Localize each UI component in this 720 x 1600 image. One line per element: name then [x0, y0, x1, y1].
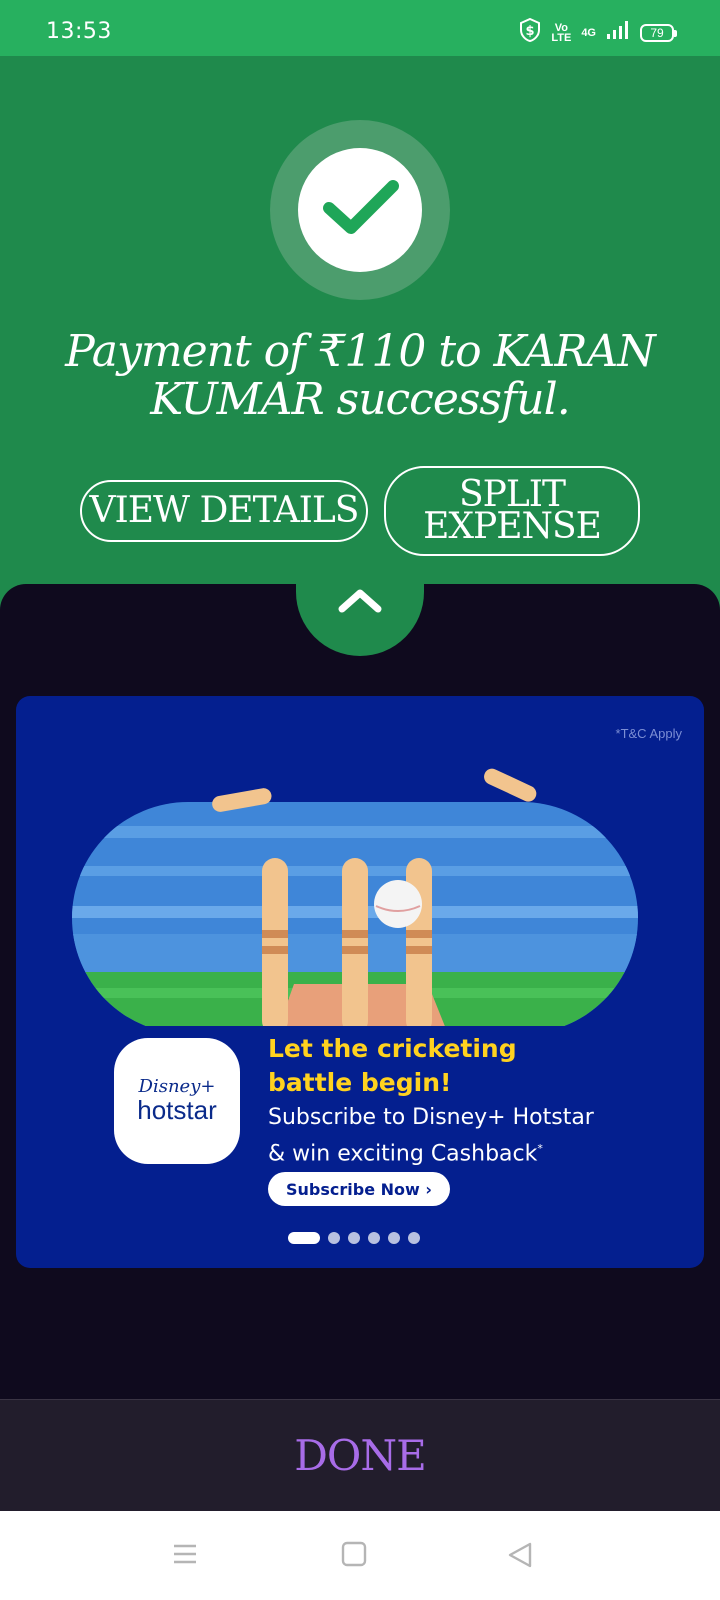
shield-dollar-icon: $ [519, 17, 541, 47]
promo-banner[interactable]: *T&C Apply Disney+ hotstar Let the crick… [16, 696, 704, 1268]
status-bar: 13:53 $ Vo LTE 4G 79 [0, 0, 720, 56]
carousel-dot[interactable] [328, 1232, 340, 1244]
view-details-button[interactable]: VIEW DETAILS [80, 480, 368, 542]
menu-icon[interactable] [172, 1541, 198, 1572]
carousel-dot[interactable] [348, 1232, 360, 1244]
tnc-label: *T&C Apply [615, 726, 682, 741]
checkmark-icon [321, 178, 399, 243]
signal-icon [606, 20, 630, 45]
status-icons: $ Vo LTE 4G 79 [519, 17, 677, 47]
hotstar-logo: Disney+ hotstar [114, 1038, 240, 1164]
carousel-dot[interactable] [288, 1232, 320, 1244]
done-bar: DONE [0, 1399, 720, 1511]
back-triangle-icon[interactable] [506, 1541, 534, 1574]
home-square-icon[interactable] [341, 1541, 367, 1572]
banner-subtext: Subscribe to Disney+ Hotstar & win excit… [268, 1105, 594, 1167]
status-time: 13:53 [46, 19, 112, 44]
carousel-dot[interactable] [368, 1232, 380, 1244]
payment-message: Payment of ₹110 to KARAN KUMAR successfu… [65, 326, 656, 425]
carousel-dot[interactable] [408, 1232, 420, 1244]
carousel-indicator [288, 1232, 420, 1244]
subscribe-now-button[interactable]: Subscribe Now › [268, 1172, 450, 1206]
banner-headline: Let the cricketing battle begin! [268, 1034, 517, 1097]
chevron-up-icon [337, 586, 383, 619]
system-nav-bar [0, 1511, 720, 1600]
done-button[interactable]: DONE [270, 1423, 450, 1488]
carousel-dot[interactable] [388, 1232, 400, 1244]
payment-success-panel: Payment of ₹110 to KARAN KUMAR successfu… [0, 56, 720, 616]
network-type: 4G [581, 26, 596, 39]
volte-indicator: Vo LTE [551, 21, 572, 44]
svg-text:$: $ [526, 24, 535, 39]
split-expense-button[interactable]: SPLIT EXPENSE [384, 466, 640, 556]
cricket-stadium-illustration [72, 768, 638, 1026]
battery-icon: 79 [640, 23, 677, 42]
success-badge [270, 120, 450, 300]
